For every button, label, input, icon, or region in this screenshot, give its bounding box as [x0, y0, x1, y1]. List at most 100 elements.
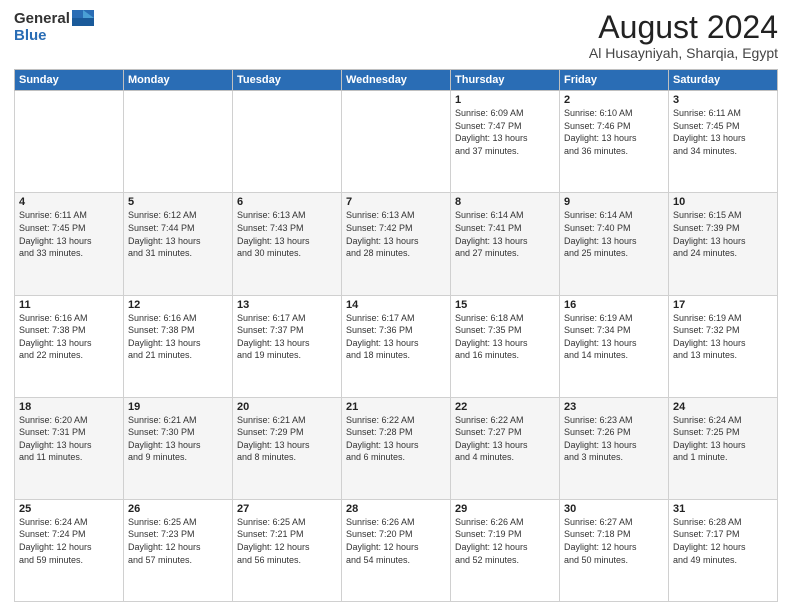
day-info: Sunrise: 6:12 AM Sunset: 7:44 PM Dayligh…: [128, 209, 228, 259]
table-row: 10Sunrise: 6:15 AM Sunset: 7:39 PM Dayli…: [669, 193, 778, 295]
day-info: Sunrise: 6:17 AM Sunset: 7:37 PM Dayligh…: [237, 312, 337, 362]
calendar-table: Sunday Monday Tuesday Wednesday Thursday…: [14, 69, 778, 602]
day-number: 5: [128, 196, 228, 208]
day-number: 3: [673, 94, 773, 106]
day-info: Sunrise: 6:11 AM Sunset: 7:45 PM Dayligh…: [673, 107, 773, 157]
day-number: 18: [19, 401, 119, 413]
table-row: 17Sunrise: 6:19 AM Sunset: 7:32 PM Dayli…: [669, 295, 778, 397]
day-info: Sunrise: 6:24 AM Sunset: 7:25 PM Dayligh…: [673, 414, 773, 464]
logo-blue-text: Blue: [14, 27, 47, 44]
day-number: 20: [237, 401, 337, 413]
day-info: Sunrise: 6:21 AM Sunset: 7:29 PM Dayligh…: [237, 414, 337, 464]
col-saturday: Saturday: [669, 70, 778, 91]
day-info: Sunrise: 6:09 AM Sunset: 7:47 PM Dayligh…: [455, 107, 555, 157]
table-row: 11Sunrise: 6:16 AM Sunset: 7:38 PM Dayli…: [15, 295, 124, 397]
day-number: 10: [673, 196, 773, 208]
col-wednesday: Wednesday: [342, 70, 451, 91]
day-number: 23: [564, 401, 664, 413]
day-info: Sunrise: 6:14 AM Sunset: 7:40 PM Dayligh…: [564, 209, 664, 259]
day-info: Sunrise: 6:23 AM Sunset: 7:26 PM Dayligh…: [564, 414, 664, 464]
table-row: 23Sunrise: 6:23 AM Sunset: 7:26 PM Dayli…: [560, 397, 669, 499]
day-number: 30: [564, 503, 664, 515]
col-friday: Friday: [560, 70, 669, 91]
table-row: 5Sunrise: 6:12 AM Sunset: 7:44 PM Daylig…: [124, 193, 233, 295]
calendar-week-row: 25Sunrise: 6:24 AM Sunset: 7:24 PM Dayli…: [15, 499, 778, 601]
day-info: Sunrise: 6:13 AM Sunset: 7:42 PM Dayligh…: [346, 209, 446, 259]
day-number: 17: [673, 299, 773, 311]
table-row: 25Sunrise: 6:24 AM Sunset: 7:24 PM Dayli…: [15, 499, 124, 601]
title-location: Al Husayniyah, Sharqia, Egypt: [589, 45, 778, 61]
col-monday: Monday: [124, 70, 233, 91]
calendar-week-row: 11 Sunrise: 6:16 AM Sunset: 7:38 PM Dayli…: [15, 295, 778, 397]
col-thursday: Thursday: [451, 70, 560, 91]
table-row: 22Sunrise: 6:22 AM Sunset: 7:27 PM Dayli…: [451, 397, 560, 499]
col-sunday: Sunday: [15, 70, 124, 91]
table-row: 4Sunrise: 6:11 AM Sunset: 7:45 PM Daylig…: [15, 193, 124, 295]
day-number: 14: [346, 299, 446, 311]
day-number: 6: [237, 196, 337, 208]
day-number: 13: [237, 299, 337, 311]
day-number: 19: [128, 401, 228, 413]
day-number: 9: [564, 196, 664, 208]
day-number: 29: [455, 503, 555, 515]
day-info: Sunrise: 6:26 AM Sunset: 7:20 PM Dayligh…: [346, 516, 446, 566]
day-number: 11: [19, 299, 119, 311]
logo: General Blue: [14, 10, 94, 44]
calendar-week-row: 1Sunrise: 6:09 AM Sunset: 7:47 PM Daylig…: [15, 91, 778, 193]
day-number: 27: [237, 503, 337, 515]
table-row: 3Sunrise: 6:11 AM Sunset: 7:45 PM Daylig…: [669, 91, 778, 193]
day-number: 24: [673, 401, 773, 413]
table-row: 16Sunrise: 6:19 AM Sunset: 7:34 PM Dayli…: [560, 295, 669, 397]
day-info: Sunrise: 6:13 AM Sunset: 7:43 PM Dayligh…: [237, 209, 337, 259]
day-info: Sunrise: 6:25 AM Sunset: 7:21 PM Dayligh…: [237, 516, 337, 566]
day-number: 4: [19, 196, 119, 208]
table-row: 21Sunrise: 6:22 AM Sunset: 7:28 PM Dayli…: [342, 397, 451, 499]
day-number: 12: [128, 299, 228, 311]
day-info: Sunrise: 6:26 AM Sunset: 7:19 PM Dayligh…: [455, 516, 555, 566]
day-info: Sunrise: 6:27 AM Sunset: 7:18 PM Dayligh…: [564, 516, 664, 566]
logo-general-text: General: [14, 10, 70, 27]
table-row: 2Sunrise: 6:10 AM Sunset: 7:46 PM Daylig…: [560, 91, 669, 193]
table-row: 26Sunrise: 6:25 AM Sunset: 7:23 PM Dayli…: [124, 499, 233, 601]
day-info: Sunrise: 6:28 AM Sunset: 7:17 PM Dayligh…: [673, 516, 773, 566]
title-section: August 2024 Al Husayniyah, Sharqia, Egyp…: [589, 10, 778, 61]
day-number: 31: [673, 503, 773, 515]
day-number: 16: [564, 299, 664, 311]
col-tuesday: Tuesday: [233, 70, 342, 91]
table-row: 7Sunrise: 6:13 AM Sunset: 7:42 PM Daylig…: [342, 193, 451, 295]
calendar-week-row: 18Sunrise: 6:20 AM Sunset: 7:31 PM Dayli…: [15, 397, 778, 499]
day-info: Sunrise: 6:24 AM Sunset: 7:24 PM Dayligh…: [19, 516, 119, 566]
day-number: 21: [346, 401, 446, 413]
table-row: 24Sunrise: 6:24 AM Sunset: 7:25 PM Dayli…: [669, 397, 778, 499]
table-row: 20Sunrise: 6:21 AM Sunset: 7:29 PM Dayli…: [233, 397, 342, 499]
page: General Blue August 2024 Al Husayniyah, …: [0, 0, 792, 612]
table-row: 14Sunrise: 6:17 AM Sunset: 7:36 PM Dayli…: [342, 295, 451, 397]
table-row: [15, 91, 124, 193]
table-row: 31Sunrise: 6:28 AM Sunset: 7:17 PM Dayli…: [669, 499, 778, 601]
day-info: Sunrise: 6:25 AM Sunset: 7:23 PM Dayligh…: [128, 516, 228, 566]
day-number: 2: [564, 94, 664, 106]
table-row: [233, 91, 342, 193]
day-info: Sunrise: 6:19 AM Sunset: 7:32 PM Dayligh…: [673, 312, 773, 362]
table-row: 28Sunrise: 6:26 AM Sunset: 7:20 PM Dayli…: [342, 499, 451, 601]
table-row: 12Sunrise: 6:16 AM Sunset: 7:38 PM Dayli…: [124, 295, 233, 397]
table-row: 27Sunrise: 6:25 AM Sunset: 7:21 PM Dayli…: [233, 499, 342, 601]
day-info: Sunrise: 6:14 AM Sunset: 7:41 PM Dayligh…: [455, 209, 555, 259]
day-number: 28: [346, 503, 446, 515]
day-info: Sunrise: 6:21 AM Sunset: 7:30 PM Dayligh…: [128, 414, 228, 464]
day-info: Sunrise: 6:19 AM Sunset: 7:34 PM Dayligh…: [564, 312, 664, 362]
table-row: 30Sunrise: 6:27 AM Sunset: 7:18 PM Dayli…: [560, 499, 669, 601]
day-number: 26: [128, 503, 228, 515]
calendar-week-row: 4Sunrise: 6:11 AM Sunset: 7:45 PM Daylig…: [15, 193, 778, 295]
day-info: Sunrise: 6:11 AM Sunset: 7:45 PM Dayligh…: [19, 209, 119, 259]
day-info: Sunrise: 6:16 AM Sunset: 7:38 PM Dayligh…: [128, 312, 228, 362]
day-number: 25: [19, 503, 119, 515]
day-info: Sunrise: 6:17 AM Sunset: 7:36 PM Dayligh…: [346, 312, 446, 362]
table-row: [124, 91, 233, 193]
title-month: August 2024: [589, 10, 778, 45]
logo-flag-icon: [72, 10, 94, 26]
day-info: Sunrise: 6:18 AM Sunset: 7:35 PM Dayligh…: [455, 312, 555, 362]
header: General Blue August 2024 Al Husayniyah, …: [14, 10, 778, 61]
table-row: 18Sunrise: 6:20 AM Sunset: 7:31 PM Dayli…: [15, 397, 124, 499]
table-row: 29Sunrise: 6:26 AM Sunset: 7:19 PM Dayli…: [451, 499, 560, 601]
